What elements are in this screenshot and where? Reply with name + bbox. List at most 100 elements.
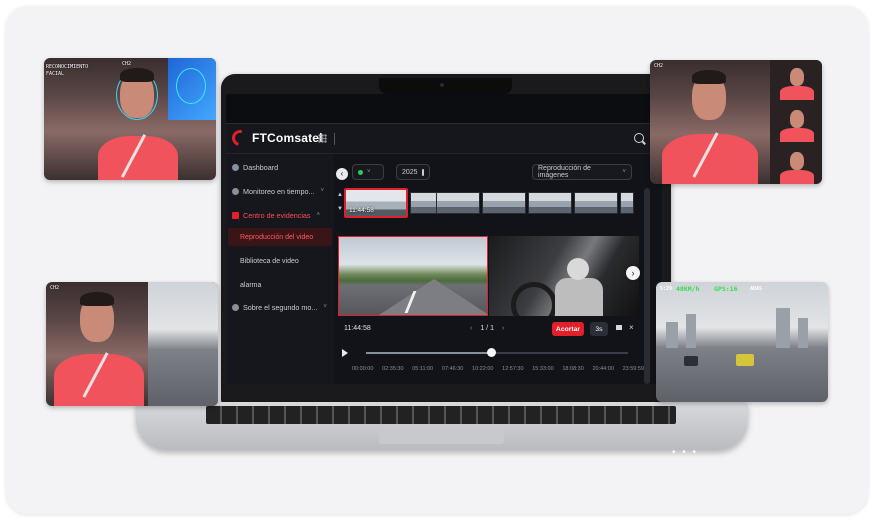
arrow-down-icon[interactable]: ▼ [336, 202, 344, 216]
timeline-tick: 00:00:00 [352, 366, 374, 372]
side-thumbnails [770, 60, 822, 184]
timeline-row: 00:00:00 02:35:30 05:11:00 07:46:30 10:22:00… [334, 344, 644, 384]
sidebar-item-label: Centro de evidencias [243, 210, 311, 220]
brand-mark-icon [229, 127, 251, 149]
card-cabin-road: CH2 [46, 282, 218, 406]
thumbnail[interactable] [528, 192, 572, 214]
thumbnail[interactable] [620, 192, 634, 214]
thumb-face [790, 110, 804, 128]
sidebar-item-evidencias[interactable]: Centro de evidencias ˄ [232, 208, 320, 222]
gps-readout: GPS:16 [714, 285, 738, 293]
brand-name: FTComsatel [252, 131, 323, 145]
play-icon[interactable] [342, 349, 348, 357]
hero-stage: FTComsatel Dashboard Monitoreo en tiempo… [6, 6, 868, 514]
sidebar-item-monitoreo[interactable]: Monitoreo en tiempo... ˅ [232, 184, 324, 198]
thumb-face [790, 152, 804, 170]
timeline-knob[interactable] [487, 348, 497, 357]
laptop-trackpad [379, 428, 504, 444]
timeline-ticks: 00:00:00 02:35:30 05:11:00 07:46:30 10:22:00… [352, 366, 644, 372]
status-select[interactable]: ˅ [352, 164, 384, 180]
header-divider [334, 133, 335, 145]
app-top-bar [226, 94, 662, 124]
apps-grid-icon[interactable] [318, 134, 327, 143]
hud-time: 5:29 [660, 286, 673, 292]
video-front-camera[interactable] [338, 236, 488, 316]
driver-hair [120, 68, 154, 82]
card-multi-camera: CH2 [650, 60, 822, 184]
steering-wheel [511, 282, 557, 316]
timeline-tick: 10:22:00 [472, 366, 494, 372]
sidebar-item-dashboard[interactable]: Dashboard [232, 160, 278, 174]
video-cabin-camera[interactable] [489, 236, 639, 316]
dashboard-icon [232, 163, 239, 171]
sidebar-subitem-alarma[interactable]: alarma [228, 276, 332, 294]
timeline-tick: 20:44:00 [592, 366, 614, 372]
thumbnail[interactable] [436, 192, 480, 214]
main-panel: ‹ ˅ 2025 Reproducción de imágenes ˅ ▲ ▼ … [334, 154, 662, 384]
thumb-shirt [780, 86, 814, 100]
mode-select[interactable]: Reproducción de imágenes ˅ [532, 164, 632, 180]
back-button[interactable]: ‹ [336, 168, 348, 180]
thumb-face [790, 68, 804, 86]
pager: ‹ 1 / 1 › [470, 325, 504, 332]
timeline-tick: 02:35:30 [382, 366, 404, 372]
timeline-tick: 05:11:00 [412, 366, 434, 372]
timeline-track[interactable] [366, 352, 628, 354]
timeline-tick: 12:57:30 [502, 366, 524, 372]
thumbnail-selected[interactable]: 11:44:58 [344, 188, 408, 218]
speed-readout: 48KM/h [676, 285, 700, 293]
sidebar-subitem-biblioteca[interactable]: Biblioteca de video [228, 252, 332, 270]
laptop-screen: FTComsatel Dashboard Monitoreo en tiempo… [226, 94, 662, 384]
sidebar-item-segundo-modo[interactable]: Sobre el segundo mo... ˅ [232, 300, 327, 314]
sidebar-item-label: Dashboard [243, 162, 279, 172]
calendar-icon [421, 168, 424, 176]
thumb-scroll-arrows[interactable]: ▲ ▼ [336, 188, 344, 216]
sidebar-subitem-reproduccion[interactable]: Reproducción del video [228, 228, 332, 246]
close-icon[interactable]: × [629, 323, 634, 332]
current-time: 11:44:58 [344, 325, 371, 332]
prev-page-icon[interactable]: ‹ [470, 325, 472, 332]
building [666, 322, 678, 348]
next-video-button[interactable]: › [626, 266, 640, 280]
sidebar-item-label: Monitoreo en tiempo... [243, 186, 315, 196]
driver-shirt [54, 354, 144, 406]
brand-logo[interactable]: FTComsatel [229, 127, 323, 149]
arrow-up-icon[interactable]: ▲ [336, 188, 344, 202]
next-page-icon[interactable]: › [502, 325, 504, 332]
evidence-icon [232, 211, 239, 219]
date-picker[interactable]: 2025 [396, 164, 430, 180]
driver-hair [692, 70, 726, 84]
timeline-tick: 23:59:59 [622, 366, 644, 372]
driver-body [555, 278, 603, 316]
face-scan-ring [176, 68, 206, 104]
app-header: FTComsatel [226, 124, 662, 154]
card-adas-dashcam: 5:29 48KM/h GPS:16 ADAS [656, 282, 828, 402]
chevron-down-icon: ˅ [622, 169, 626, 175]
thumbnail[interactable] [574, 192, 618, 214]
player-control-row: 11:44:58 ‹ 1 / 1 › Acortar 3s × [334, 320, 644, 340]
laptop-notch [379, 78, 512, 94]
online-dot-icon [358, 169, 363, 175]
speed-button[interactable]: 3s [590, 322, 608, 336]
vertical-scrollbar[interactable] [644, 188, 650, 384]
thumbnail-time: 11:44:58 [349, 207, 374, 214]
chevron-down-icon: ˅ [367, 169, 371, 175]
sidebar: Dashboard Monitoreo en tiempo... ˅ Centr… [226, 154, 334, 384]
laptop-keyboard [206, 406, 676, 424]
building [686, 314, 696, 348]
monitor-icon [232, 187, 239, 195]
detected-car [736, 354, 754, 366]
thumb-shirt [780, 128, 814, 142]
road-view [148, 282, 218, 406]
timeline-progress [366, 352, 492, 354]
timeline-tick: 07:46:30 [441, 366, 464, 372]
screenshot-icon[interactable] [616, 325, 622, 330]
timeline-tick: 18:08:30 [562, 366, 584, 372]
adas-label: ADAS [750, 286, 763, 292]
recognition-label: RECONOCIMIENTO FACIAL [46, 64, 89, 77]
chevron-down-icon: ˅ [323, 304, 327, 310]
search-icon[interactable] [634, 133, 644, 143]
thumbnail[interactable] [482, 192, 526, 214]
page-indicator: 1 / 1 [480, 325, 494, 332]
acortar-button[interactable]: Acortar [552, 322, 584, 336]
